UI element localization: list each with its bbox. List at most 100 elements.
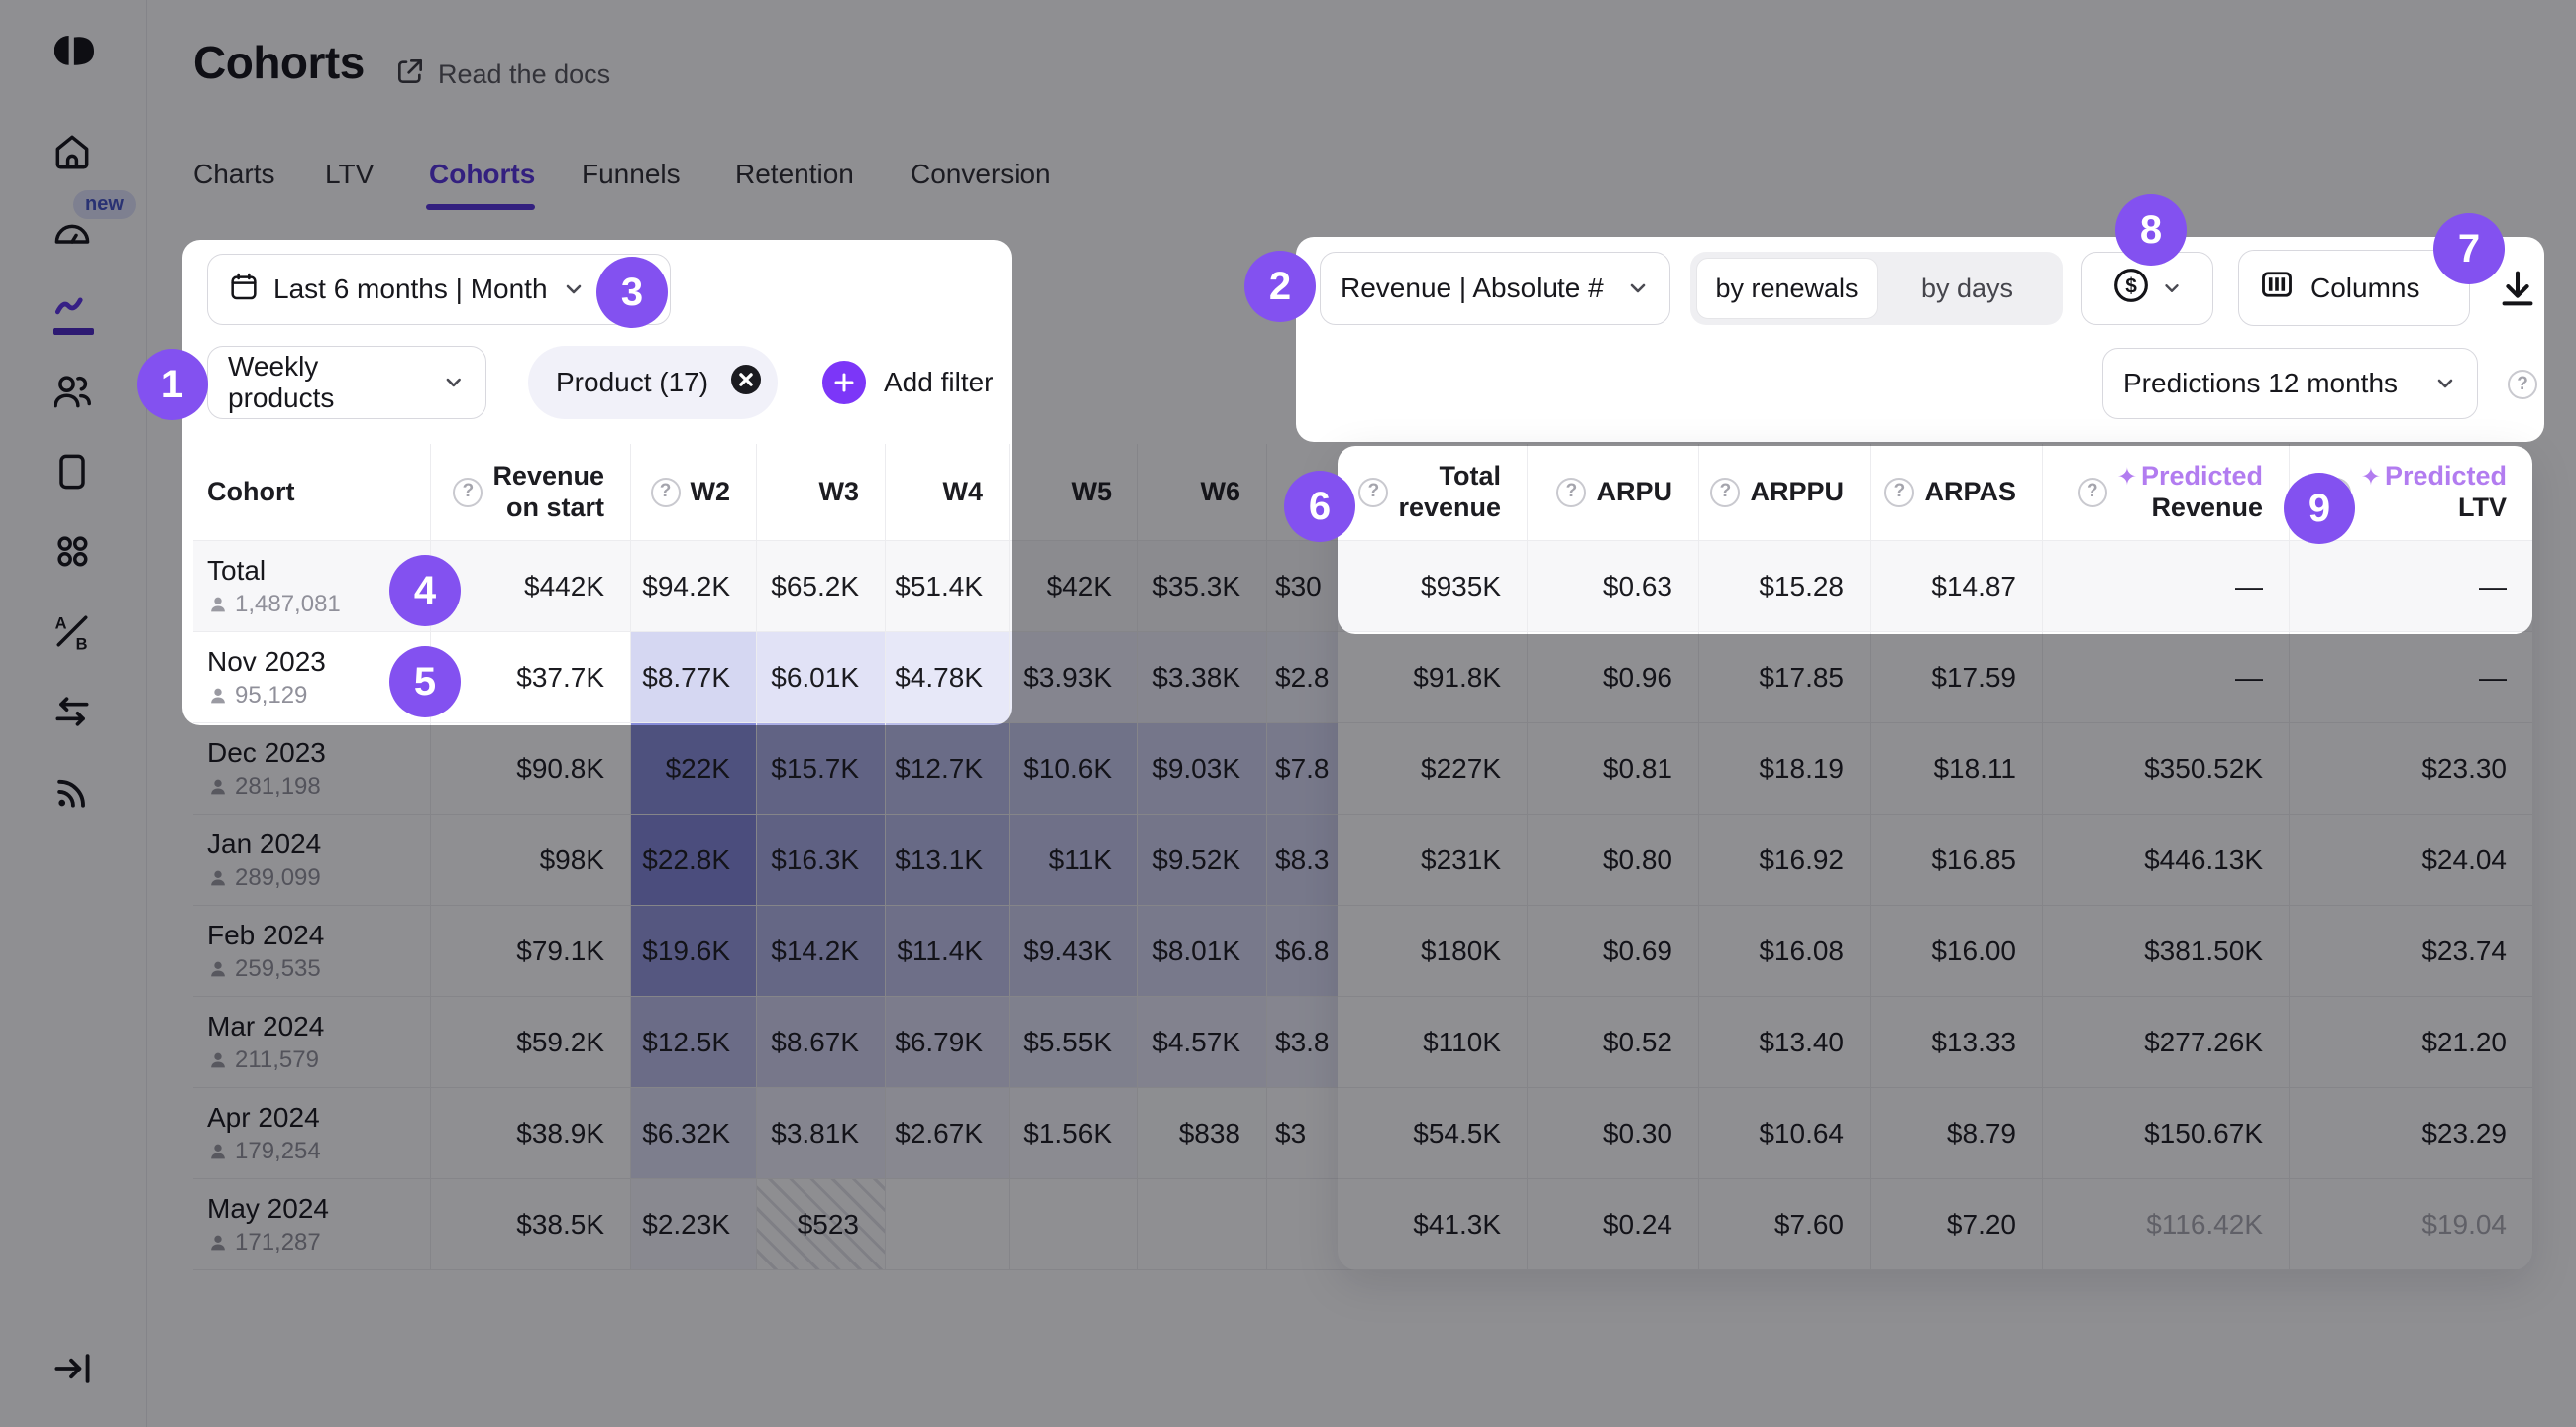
cell-value: $0.81 bbox=[1603, 753, 1672, 785]
cohort-label-cell: Jan 2024289,099 bbox=[193, 815, 430, 906]
help-icon[interactable]: ? bbox=[2078, 478, 2107, 507]
week-value-cell: $5.55K bbox=[1009, 997, 1137, 1088]
metric-value-cell: $41.3K bbox=[1338, 1179, 1527, 1270]
tour-step-badge-9[interactable]: 9 bbox=[2284, 473, 2355, 544]
week-value-cell: $65.2K bbox=[756, 541, 885, 632]
cell-value: $180K bbox=[1421, 935, 1501, 967]
column-header-label: W2 bbox=[691, 477, 731, 508]
add-filter-button[interactable]: Add filter bbox=[822, 347, 994, 418]
help-icon[interactable]: ? bbox=[1556, 478, 1586, 507]
cohort-name: Mar 2024 bbox=[207, 1011, 324, 1043]
tour-step-badge-5[interactable]: 5 bbox=[389, 646, 461, 717]
tour-step-badge-3[interactable]: 3 bbox=[596, 257, 668, 328]
tab-ltv[interactable]: LTV bbox=[325, 159, 374, 190]
cell-value: $16.85 bbox=[1931, 844, 2016, 876]
cell-value: $838 bbox=[1179, 1118, 1240, 1150]
chevron-down-icon bbox=[562, 277, 586, 301]
cell-value: $8.79 bbox=[1947, 1118, 2016, 1150]
cell-value: $7.60 bbox=[1774, 1209, 1844, 1241]
help-icon[interactable]: ? bbox=[1884, 478, 1914, 507]
help-icon[interactable]: ? bbox=[651, 478, 681, 507]
cell-value: $0.30 bbox=[1603, 1118, 1672, 1150]
export-download-icon[interactable] bbox=[2495, 266, 2540, 311]
read-the-docs-link[interactable]: Read the docs bbox=[394, 55, 610, 94]
cell-value: $6.01K bbox=[771, 662, 859, 694]
tab-cohorts[interactable]: Cohorts bbox=[429, 159, 535, 190]
column-header: ?Totalrevenue bbox=[1338, 444, 1527, 541]
metric-value-cell: $16.08 bbox=[1698, 906, 1870, 997]
cell-value: $94.2K bbox=[642, 571, 730, 603]
collapse-sidebar-icon[interactable] bbox=[50, 1346, 95, 1391]
metric-value-cell: $18.19 bbox=[1698, 723, 1870, 815]
segment-dropdown[interactable]: Weekly products bbox=[207, 346, 486, 419]
cell-value: $523 bbox=[798, 1209, 859, 1241]
home-icon[interactable] bbox=[50, 129, 95, 174]
page-title: Cohorts bbox=[193, 36, 365, 89]
week-value-cell: $6.32K bbox=[630, 1088, 756, 1179]
add-filter-label: Add filter bbox=[884, 367, 994, 398]
predictions-dropdown[interactable]: Predictions 12 months bbox=[2102, 348, 2478, 419]
tab-retention[interactable]: Retention bbox=[735, 159, 854, 190]
metric-value-cell: $54.5K bbox=[1338, 1088, 1527, 1179]
metric-value-cell: $231K bbox=[1338, 815, 1527, 906]
metric-value-cell: $110K bbox=[1338, 997, 1527, 1088]
column-header: W6 bbox=[1137, 444, 1266, 541]
adapty-logo[interactable] bbox=[46, 22, 101, 77]
ab-test-icon[interactable]: AB bbox=[50, 608, 95, 654]
plus-icon bbox=[822, 361, 866, 404]
tour-step-badge-4[interactable]: 4 bbox=[389, 555, 461, 626]
cell-value: $3.8 bbox=[1275, 1027, 1330, 1058]
cell-value: $277.26K bbox=[2144, 1027, 2263, 1058]
week-value-cell: $51.4K bbox=[885, 541, 1009, 632]
tour-step-badge-1[interactable]: 1 bbox=[137, 349, 208, 420]
cell-value: — bbox=[2235, 662, 2263, 694]
toggle-by-renewals[interactable]: by renewals bbox=[1696, 258, 1878, 319]
paywalls-device-icon[interactable] bbox=[50, 449, 95, 494]
week-value-cell: $9.52K bbox=[1137, 815, 1266, 906]
cell-value: $13.40 bbox=[1759, 1027, 1844, 1058]
metric-value-cell: $16.92 bbox=[1698, 815, 1870, 906]
metric-dropdown[interactable]: Revenue | Absolute # bbox=[1320, 252, 1670, 325]
cohort-label-cell: Apr 2024179,254 bbox=[193, 1088, 430, 1179]
toggle-by-days[interactable]: by days bbox=[1878, 259, 2057, 318]
cohort-name: Feb 2024 bbox=[207, 920, 324, 951]
tab-conversion[interactable]: Conversion bbox=[911, 159, 1051, 190]
week-value-cell: $19.6K bbox=[630, 906, 756, 997]
tab-charts[interactable]: Charts bbox=[193, 159, 274, 190]
help-icon[interactable]: ? bbox=[1710, 478, 1740, 507]
week-value-cell bbox=[1137, 1179, 1266, 1270]
cell-value: $9.43K bbox=[1023, 935, 1112, 967]
tour-step-badge-2[interactable]: 2 bbox=[1244, 251, 1316, 322]
person-icon bbox=[207, 1141, 229, 1162]
help-icon[interactable]: ? bbox=[1358, 478, 1388, 507]
tour-step-badge-6[interactable]: 6 bbox=[1284, 471, 1355, 542]
feed-rss-icon[interactable] bbox=[50, 768, 95, 814]
cell-value: $3.38K bbox=[1152, 662, 1240, 694]
cell-value: $16.00 bbox=[1931, 935, 2016, 967]
metric-value-cell: $116.42K bbox=[2042, 1179, 2289, 1270]
column-header: Cohort bbox=[193, 444, 430, 541]
metric-value-cell: $0.63 bbox=[1527, 541, 1698, 632]
sparkle-icon: ✦ bbox=[2117, 464, 2137, 491]
tour-step-badge-7[interactable]: 7 bbox=[2433, 213, 2505, 284]
apps-grid-icon[interactable] bbox=[50, 528, 95, 574]
transfers-arrows-icon[interactable] bbox=[50, 689, 95, 734]
audience-people-icon[interactable] bbox=[50, 369, 95, 414]
predictions-help-icon[interactable]: ? bbox=[2508, 370, 2537, 399]
column-header-label: W5 bbox=[1072, 477, 1113, 508]
tab-funnels[interactable]: Funnels bbox=[582, 159, 681, 190]
cell-value: $10.6K bbox=[1023, 753, 1112, 785]
cell-value: $116.42K bbox=[2146, 1209, 2263, 1241]
column-header-label: Cohort bbox=[207, 477, 294, 508]
remove-filter-icon[interactable] bbox=[728, 362, 764, 404]
metric-value-cell: $0.69 bbox=[1527, 906, 1698, 997]
week-value-cell: $10.6K bbox=[1009, 723, 1137, 815]
segment-value: Weekly products bbox=[228, 351, 428, 414]
tour-step-badge-8[interactable]: 8 bbox=[2115, 194, 2187, 266]
help-icon[interactable]: ? bbox=[453, 478, 483, 507]
metric-value-cell: $10.64 bbox=[1698, 1088, 1870, 1179]
analytics-chart-icon[interactable] bbox=[50, 287, 95, 333]
product-filter-chip[interactable]: Product (17) bbox=[528, 346, 778, 419]
week-value-cell: $15.7K bbox=[756, 723, 885, 815]
cell-value: $9.52K bbox=[1152, 844, 1240, 876]
